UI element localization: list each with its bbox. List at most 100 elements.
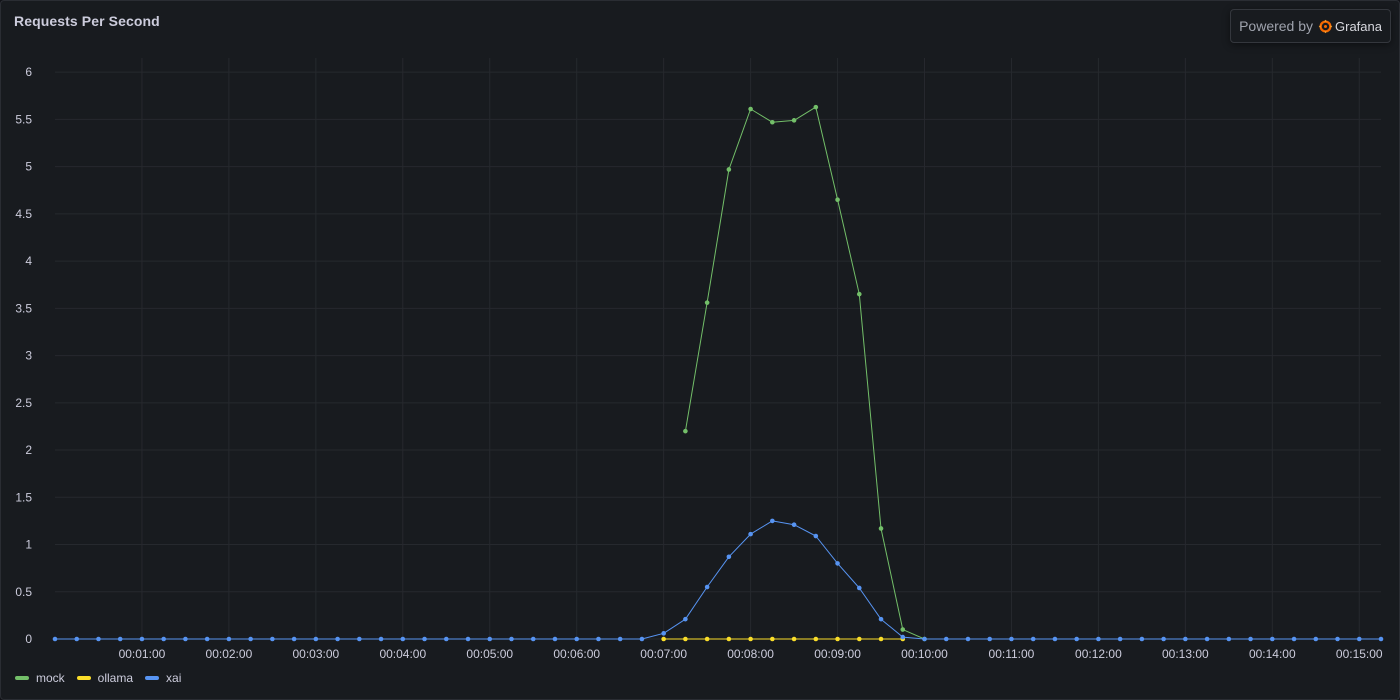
- data-point-xai[interactable]: [357, 636, 362, 642]
- data-point-xai[interactable]: [1291, 636, 1297, 642]
- data-point-xai[interactable]: [204, 636, 210, 642]
- data-point-xai[interactable]: [987, 636, 993, 642]
- data-point-xai[interactable]: [487, 636, 493, 642]
- data-point-xai[interactable]: [1335, 636, 1340, 642]
- data-point-ollama[interactable]: [856, 636, 862, 642]
- data-point-xai[interactable]: [1183, 636, 1188, 642]
- data-point-xai[interactable]: [1226, 636, 1232, 642]
- data-point-ollama[interactable]: [748, 636, 753, 642]
- timeseries-panel: Requests Per Second Powered by Grafana 0…: [0, 0, 1400, 700]
- data-point-ollama[interactable]: [704, 636, 710, 642]
- data-point-mock[interactable]: [835, 197, 840, 203]
- data-point-mock[interactable]: [900, 627, 906, 632]
- data-point-ollama[interactable]: [770, 636, 775, 642]
- data-point-ollama[interactable]: [683, 636, 688, 642]
- data-point-xai[interactable]: [270, 636, 275, 642]
- data-point-xai[interactable]: [1052, 636, 1058, 642]
- data-point-mock[interactable]: [683, 428, 688, 434]
- data-point-xai[interactable]: [639, 636, 645, 642]
- data-point-xai[interactable]: [335, 636, 340, 642]
- data-point-xai[interactable]: [117, 636, 123, 642]
- data-point-xai[interactable]: [878, 616, 884, 622]
- data-point-xai[interactable]: [683, 616, 688, 622]
- x-tick-label: 00:05:00: [466, 647, 513, 661]
- data-point-xai[interactable]: [922, 636, 927, 642]
- data-point-mock[interactable]: [791, 118, 797, 123]
- data-point-mock[interactable]: [856, 291, 862, 297]
- data-point-xai[interactable]: [226, 636, 232, 642]
- data-point-xai[interactable]: [552, 636, 558, 642]
- data-point-mock[interactable]: [770, 119, 775, 125]
- data-point-xai[interactable]: [856, 585, 862, 591]
- data-point-xai[interactable]: [574, 636, 580, 642]
- y-axis: 0 0.5 1 1.5 2 2.5 3 3.5 4 4.5 5 5.5 6: [15, 65, 32, 646]
- data-point-xai[interactable]: [1356, 636, 1362, 642]
- x-tick-label: 00:12:00: [1075, 647, 1122, 661]
- legend-label: ollama: [97, 671, 134, 685]
- data-point-ollama[interactable]: [835, 636, 840, 642]
- data-point-xai[interactable]: [661, 631, 666, 636]
- data-point-ollama[interactable]: [878, 636, 884, 642]
- data-point-xai[interactable]: [52, 636, 58, 642]
- data-point-xai[interactable]: [770, 518, 775, 524]
- data-point-xai[interactable]: [1096, 636, 1101, 642]
- data-point-mock[interactable]: [704, 300, 710, 305]
- data-point-xai[interactable]: [400, 636, 406, 642]
- data-point-xai[interactable]: [704, 584, 710, 590]
- data-point-xai[interactable]: [596, 636, 601, 642]
- data-point-mock[interactable]: [878, 526, 884, 531]
- data-point-ollama[interactable]: [813, 636, 819, 642]
- data-point-xai[interactable]: [530, 636, 536, 642]
- data-point-xai[interactable]: [1074, 636, 1079, 642]
- data-point-xai[interactable]: [726, 554, 732, 560]
- y-tick-label: 0: [25, 632, 32, 646]
- x-tick-label: 00:02:00: [206, 647, 253, 661]
- series-line-xai: [55, 520, 1381, 640]
- data-point-xai[interactable]: [900, 634, 906, 640]
- data-point-xai[interactable]: [1030, 636, 1036, 642]
- x-tick-label: 00:14:00: [1249, 647, 1296, 661]
- data-point-xai[interactable]: [313, 636, 319, 642]
- data-point-xai[interactable]: [465, 636, 471, 642]
- legend-item-xai[interactable]: xai: [145, 671, 181, 685]
- data-point-xai[interactable]: [422, 636, 427, 642]
- x-tick-label: 00:01:00: [119, 647, 166, 661]
- data-point-mock[interactable]: [726, 167, 732, 172]
- data-point-xai[interactable]: [1248, 636, 1253, 642]
- data-point-ollama[interactable]: [726, 636, 732, 642]
- data-point-xai[interactable]: [139, 636, 145, 642]
- data-point-xai[interactable]: [1378, 636, 1384, 642]
- data-point-xai[interactable]: [1161, 636, 1166, 642]
- data-point-xai[interactable]: [791, 522, 797, 527]
- legend-item-mock[interactable]: mock: [15, 671, 65, 685]
- data-point-xai[interactable]: [617, 636, 623, 642]
- data-point-xai[interactable]: [1204, 636, 1210, 642]
- y-tick-label: 4: [25, 254, 32, 268]
- y-tick-label: 5: [25, 160, 32, 174]
- data-point-xai[interactable]: [813, 533, 819, 539]
- data-point-mock[interactable]: [748, 106, 753, 112]
- data-point-xai[interactable]: [509, 636, 514, 642]
- data-point-xai[interactable]: [748, 531, 753, 537]
- data-point-xai[interactable]: [835, 561, 840, 566]
- data-point-ollama[interactable]: [661, 636, 666, 642]
- data-point-xai[interactable]: [96, 636, 101, 642]
- data-point-xai[interactable]: [74, 636, 80, 642]
- data-point-xai[interactable]: [1313, 636, 1319, 642]
- data-point-xai[interactable]: [248, 636, 253, 642]
- data-point-ollama[interactable]: [791, 636, 797, 642]
- data-point-xai[interactable]: [1270, 636, 1275, 642]
- data-point-xai[interactable]: [1117, 636, 1123, 642]
- data-point-xai[interactable]: [1139, 636, 1145, 642]
- data-point-xai[interactable]: [943, 636, 949, 642]
- data-point-xai[interactable]: [378, 636, 384, 642]
- legend-item-ollama[interactable]: ollama: [76, 671, 134, 685]
- data-point-xai[interactable]: [291, 636, 297, 642]
- data-point-xai[interactable]: [443, 636, 449, 642]
- y-tick-label: 3.5: [15, 301, 32, 315]
- data-point-xai[interactable]: [1009, 636, 1014, 642]
- data-point-xai[interactable]: [161, 636, 166, 642]
- data-point-mock[interactable]: [813, 104, 819, 110]
- data-point-xai[interactable]: [965, 636, 971, 642]
- data-point-xai[interactable]: [183, 636, 188, 642]
